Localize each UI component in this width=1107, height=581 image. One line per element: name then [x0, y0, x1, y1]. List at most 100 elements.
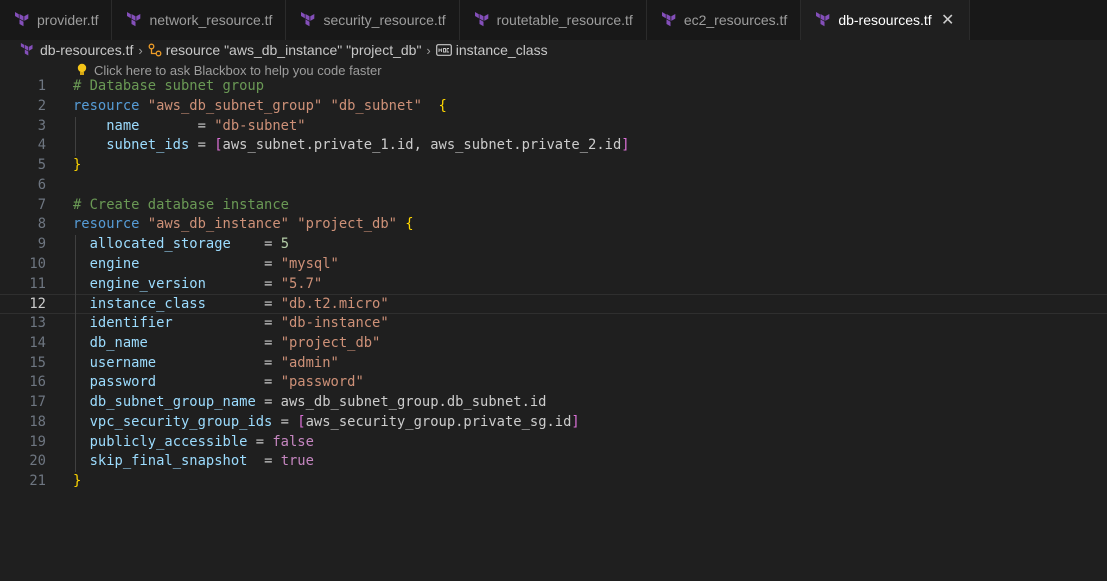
chevron-right-icon: › — [138, 42, 143, 58]
code-token: identifier — [89, 315, 173, 331]
breadcrumb-field-label: instance_class — [455, 42, 548, 58]
line-number: 16 — [29, 374, 46, 391]
line-number: 5 — [37, 157, 46, 173]
code-token: = — [156, 374, 281, 391]
code-line[interactable]: 1 # Database subnet group — [0, 77, 1107, 97]
code-token: = — [147, 334, 281, 351]
code-line[interactable]: 21} — [0, 472, 1107, 492]
code-line[interactable]: 20 skip_final_snapshot = true — [0, 452, 1107, 472]
line-number: 13 — [29, 315, 46, 331]
code-token: vpc_security_group_ids — [89, 413, 273, 430]
code-line[interactable]: 4 subnet_ids = [aws_subnet.private_1.id,… — [0, 136, 1107, 156]
code-token: aws_security_group.private_sg.id — [305, 413, 572, 430]
line-number: 18 — [29, 413, 46, 430]
tab-network-resource[interactable]: network_resource.tf — [112, 0, 287, 40]
code-text: name = "db-subnet" — [73, 117, 306, 137]
code-line[interactable]: 19 publicly_accessible = false — [0, 433, 1107, 453]
tab-label: db-resources.tf — [838, 12, 932, 28]
code-token: "db-subnet" — [214, 117, 306, 134]
code-token: publicly_accessible — [89, 433, 248, 450]
tab-provider[interactable]: provider.tf — [0, 0, 113, 40]
line-number: 8 — [37, 216, 46, 233]
code-line[interactable]: 3 name = "db-subnet" — [0, 117, 1107, 137]
code-line[interactable]: 16 password = "password" — [0, 373, 1107, 393]
code-token: "admin" — [280, 354, 339, 371]
breadcrumb-resource-label: resource "aws_db_instance" "project_db" — [165, 42, 422, 58]
code-line[interactable]: 6 — [0, 176, 1107, 196]
code-token: { — [438, 97, 447, 114]
terraform-icon — [20, 43, 33, 56]
code-text: engine = "mysql" — [73, 255, 339, 275]
code-line[interactable]: 9 allocated_storage = 5 — [0, 235, 1107, 255]
tab-label: provider.tf — [37, 12, 99, 28]
code-token: "db-instance" — [280, 315, 389, 331]
code-line[interactable]: 15 username = "admin" — [0, 354, 1107, 374]
code-text: } — [73, 472, 81, 492]
code-line[interactable]: 17 db_subnet_group_name = aws_db_subnet_… — [0, 393, 1107, 413]
code-token: } — [73, 157, 82, 173]
code-text: identifier = "db-instance" — [73, 314, 389, 334]
code-line[interactable]: 11 engine_version = "5.7" — [0, 275, 1107, 295]
breadcrumb-file-label: db-resources.tf — [40, 42, 134, 58]
code-line[interactable]: 2 resource "aws_db_subnet_group" "db_subn… — [0, 97, 1107, 117]
code-token: true — [280, 453, 314, 470]
code-token: ] — [621, 137, 630, 154]
code-line[interactable]: 10 engine = "mysql" — [0, 255, 1107, 275]
code-line[interactable]: 18 vpc_security_group_ids = [aws_securit… — [0, 413, 1107, 433]
code-editor[interactable]: 1 # Database subnet group 2 resource "aws_d… — [0, 77, 1107, 581]
code-token: = — [139, 117, 215, 134]
code-token: engine_version — [89, 275, 206, 292]
code-line[interactable]: 5} — [0, 156, 1107, 176]
code-token: { — [405, 216, 414, 233]
code-token: db_subnet_group_name — [89, 394, 256, 410]
code-token: = aws_db_subnet_group.db_subnet.id — [255, 394, 547, 410]
code-token: false — [272, 433, 314, 450]
line-number: 4 — [37, 137, 46, 154]
breadcrumb-resource[interactable]: resource "aws_db_instance" "project_db" — [148, 42, 422, 58]
terraform-icon — [474, 12, 488, 27]
code-line[interactable]: 13 identifier = "db-instance" — [0, 314, 1107, 334]
code-token: "password" — [280, 374, 364, 391]
code-text: } — [73, 156, 81, 176]
tab-label: ec2_resources.tf — [683, 12, 788, 28]
code-token: = — [205, 296, 281, 313]
code-text: resource "aws_db_subnet_group" "db_subne… — [73, 97, 447, 117]
code-line[interactable]: 14 db_name = "project_db" — [0, 334, 1107, 354]
breadcrumb: db-resources.tf › resource "aws_db_insta… — [0, 40, 1107, 60]
line-number: 2 — [37, 97, 46, 114]
terraform-icon — [816, 12, 830, 27]
chevron-right-icon: › — [426, 42, 431, 58]
code-token: "project_db" — [280, 334, 381, 351]
code-text: password = "password" — [73, 373, 364, 393]
line-number: 1 — [37, 78, 46, 94]
code-line[interactable]: 7 # Create database instance — [0, 196, 1107, 216]
editor-tab-bar: provider.tf network_resource.tf security… — [0, 0, 1107, 40]
code-token: aws_subnet.private_1.id, aws_subnet.priv… — [222, 137, 622, 154]
code-text: # Database subnet group — [73, 77, 264, 97]
code-token: instance_class — [89, 296, 206, 313]
close-icon[interactable]: ✕ — [940, 10, 956, 30]
breadcrumb-file[interactable]: db-resources.tf — [20, 42, 133, 58]
tab-ec2-resources[interactable]: ec2_resources.tf — [646, 0, 802, 40]
tab-db-resources[interactable]: db-resources.tf ✕ — [801, 0, 970, 40]
breadcrumb-field[interactable]: instance_class — [435, 42, 548, 58]
code-token: = — [156, 354, 281, 371]
code-token: = — [189, 137, 215, 154]
code-token: = — [272, 413, 298, 430]
symbol-structure-icon — [148, 43, 162, 57]
code-token: "project_db" — [297, 216, 397, 233]
line-number: 3 — [37, 117, 46, 134]
code-token: allocated_storage — [89, 236, 231, 252]
code-text: publicly_accessible = false — [73, 433, 314, 453]
code-line[interactable]: 8 resource "aws_db_instance" "project_db"… — [0, 215, 1107, 235]
tab-routetable-resource[interactable]: routetable_resource.tf — [459, 0, 647, 40]
code-token: name — [106, 117, 140, 134]
code-line[interactable]: 12 instance_class = "db.t2.micro" — [0, 294, 1107, 314]
tab-label: security_resource.tf — [323, 12, 446, 28]
code-text: resource "aws_db_instance" "project_db" … — [73, 215, 414, 235]
code-text: instance_class = "db.t2.micro" — [73, 295, 389, 315]
code-token: "mysql" — [280, 255, 339, 272]
tab-security-resource[interactable]: security_resource.tf — [286, 0, 460, 40]
